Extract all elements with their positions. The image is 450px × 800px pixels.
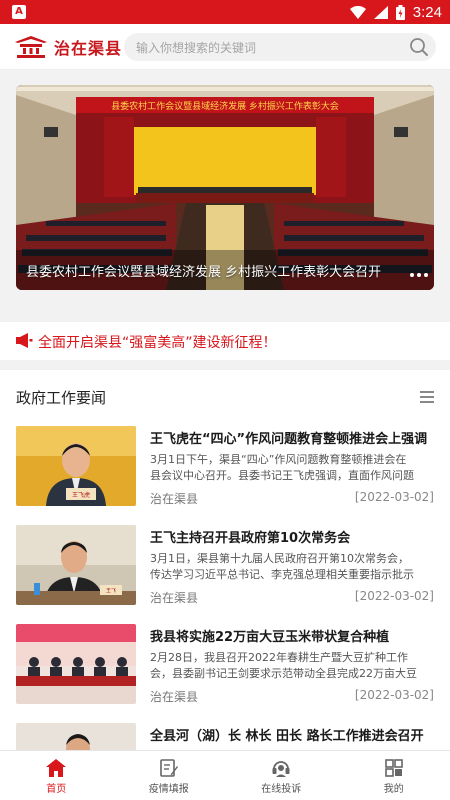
carousel-dot[interactable] xyxy=(410,273,414,277)
logo-text: 治在渠县 xyxy=(54,39,123,58)
carousel-dot[interactable] xyxy=(424,273,428,277)
news-list-item[interactable]: 王飞 王飞主持召开县政府第10次常务会 3月1日，渠县第十九届人民政府召开第10… xyxy=(0,525,450,625)
wifi-icon xyxy=(349,5,366,19)
news-thumbnail: 王飞虎 xyxy=(16,426,136,506)
app-logo[interactable]: 治在渠县 xyxy=(14,35,122,59)
megaphone-icon xyxy=(16,333,33,348)
announcement-bar[interactable]: 全面开启渠县“强富美高”建设新征程！ xyxy=(0,322,450,360)
news-thumbnail xyxy=(16,723,136,750)
news-date: [2022-03-02] xyxy=(354,589,434,603)
banner-carousel[interactable]: 县委农村工作会议暨县域经济发展 乡村振兴工作表彰大会 县委农村工作会议暨县域经济… xyxy=(16,85,434,290)
news-source: 治在渠县 xyxy=(150,591,199,605)
tab-profile[interactable]: 我的 xyxy=(338,751,450,800)
grid-icon xyxy=(384,759,403,777)
news-list-item[interactable]: 我县将实施22万亩大豆玉米带状复合种植 2月28日，我县召开2022年春耕生产暨… xyxy=(0,624,450,724)
news-thumbnail: 王飞 xyxy=(16,525,136,605)
status-indicators: 3:24 xyxy=(349,0,442,24)
svg-text:王飞虎: 王飞虎 xyxy=(72,491,90,499)
news-date: [2022-03-02] xyxy=(354,688,434,702)
edit-form-icon xyxy=(159,759,178,777)
bottom-tab-bar: 首页 疫情填报 在线投诉 我的 xyxy=(0,750,450,800)
clock: 3:24 xyxy=(412,3,442,21)
news-title[interactable]: 全县河（湖）长 林长 田长 路长工作推进会召开 xyxy=(150,725,434,744)
banner-caption: 县委农村工作会议暨县域经济发展 乡村振兴工作表彰大会召开 xyxy=(26,265,382,280)
news-list-item[interactable]: 王飞虎 王飞虎在“四心”作风问题教育整顿推进会上强调 3月1日下午，渠县“四心”… xyxy=(0,426,450,526)
list-menu-icon[interactable] xyxy=(420,391,434,403)
announcement-text: 全面开启渠县“强富美高”建设新征程！ xyxy=(38,335,277,351)
section-title: 政府工作要闻 xyxy=(16,389,107,407)
news-source: 治在渠县 xyxy=(150,690,199,704)
news-thumbnail xyxy=(16,624,136,704)
tab-home[interactable]: 首页 xyxy=(0,751,113,800)
news-title[interactable]: 王飞虎在“四心”作风问题教育整顿推进会上强调 xyxy=(150,428,434,447)
app-header: 治在渠县 输入你想搜索的关键词 xyxy=(0,24,450,70)
search-input[interactable]: 输入你想搜索的关键词 xyxy=(124,33,436,61)
news-summary: 3月1日下午，渠县“四心”作风问题教育整顿推进会在 县会议中心召开。县委书记王飞… xyxy=(150,453,414,482)
tab-label: 我的 xyxy=(383,784,404,795)
news-list-item[interactable]: 全县河（湖）长 林长 田长 路长工作推进会召开 xyxy=(0,723,450,750)
headset-icon xyxy=(272,761,290,777)
news-title[interactable]: 王飞主持召开县政府第10次常务会 xyxy=(150,527,434,546)
status-bar: A 3:24 xyxy=(0,0,450,24)
news-date: [2022-03-02] xyxy=(354,490,434,504)
svg-text:县委农村工作会议暨县域经济发展 乡村振兴工作表彰大会: 县委农村工作会议暨县域经济发展 乡村振兴工作表彰大会 xyxy=(111,100,339,112)
news-summary: 3月1日，渠县第十九届人民政府召开第10次常务会， 传达学习习近平总书记、李克强… xyxy=(150,552,414,581)
tab-label: 首页 xyxy=(46,784,67,795)
tab-online-complaint[interactable]: 在线投诉 xyxy=(225,751,338,800)
carousel-dots[interactable] xyxy=(410,273,428,277)
home-icon xyxy=(46,759,67,777)
tab-epidemic-report[interactable]: 疫情填报 xyxy=(113,751,226,800)
battery-icon xyxy=(395,4,405,20)
tab-label: 疫情填报 xyxy=(148,784,189,795)
news-title[interactable]: 我县将实施22万亩大豆玉米带状复合种植 xyxy=(150,626,434,645)
app-notification-icon: A xyxy=(12,5,26,19)
signal-icon xyxy=(373,5,388,19)
news-summary: 2月28日，我县召开2022年春耕生产暨大豆扩种工作 会，县委副书记王剑要求示范… xyxy=(150,651,417,680)
logo-emblem-icon xyxy=(15,36,47,58)
search-placeholder: 输入你想搜索的关键词 xyxy=(136,41,257,55)
tab-label: 在线投诉 xyxy=(261,784,302,795)
carousel-dot[interactable] xyxy=(417,273,421,277)
news-section: 政府工作要闻 王飞虎 王飞虎在“四心”作风问题教育整顿推进会上强调 3月1日下午… xyxy=(0,370,450,750)
search-icon[interactable] xyxy=(408,36,430,58)
news-source: 治在渠县 xyxy=(150,492,199,506)
svg-text:王飞: 王飞 xyxy=(106,588,116,594)
banner-image: 县委农村工作会议暨县域经济发展 乡村振兴工作表彰大会 xyxy=(16,85,434,290)
